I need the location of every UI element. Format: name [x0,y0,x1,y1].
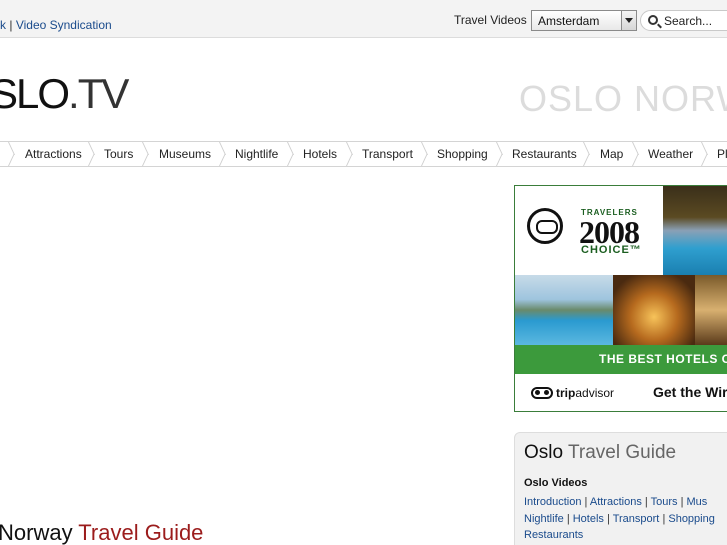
video-syndication-link[interactable]: Video Syndication [16,18,112,32]
nav-separator [346,142,354,166]
award-owl-icon [527,208,563,244]
city-select[interactable]: Amsterdam [531,10,637,31]
ad-footer: tripadvisor Get the Wir [515,374,727,411]
page-title: Norway Travel Guide [0,520,203,545]
tripadvisor-logo: tripadvisor [556,386,614,400]
guide-link-introduction[interactable]: Introduction [524,496,581,508]
nav-item-partial[interactable]: Pl [717,142,727,166]
guide-title: Oslo Travel Guide [524,442,676,464]
top-links: k | Video Syndication [0,18,112,32]
nav-separator [421,142,429,166]
nav-item-weather[interactable]: Weather [648,142,693,166]
ad-banner: THE BEST HOTELS O [515,345,727,374]
page-title-country: Norway [0,520,73,545]
guide-link-transport[interactable]: Transport [613,513,660,525]
nav-separator [142,142,150,166]
award-choice: CHOICE™ [581,244,642,256]
link-sep: | [680,496,684,508]
guide-links-row: Nightlife | Hotels | Transport | Shoppin… [524,511,715,528]
page-title-suffix: Travel Guide [78,520,204,545]
infinity-pool-photo [515,275,613,345]
nav-item-transport[interactable]: Transport [362,142,413,166]
link-sep: | [644,496,648,508]
guide-subtitle: Oslo Videos [524,477,588,489]
top-links-divider: | [9,18,13,32]
search-icon [648,15,658,25]
nav-separator [287,142,295,166]
nav-separator [632,142,640,166]
guide-link-hotels[interactable]: Hotels [573,513,604,525]
guide-links-row: Introduction | Attractions | Tours | Mus [524,494,715,511]
lobby-photo [613,275,695,345]
nav-separator [496,142,504,166]
link-sep: | [566,512,570,525]
ad-cta: Get the Wir [653,384,727,400]
link-sep: | [662,512,666,525]
guide-link-attractions[interactable]: Attractions [590,496,642,508]
tripadvisor-logo-a: trip [556,386,576,400]
guide-title-city: Oslo [524,442,564,463]
header-banner-text: OSLO NORW [519,78,727,119]
guide-link-restaurants[interactable]: Restaurants [524,529,583,541]
guide-links: Introduction | Attractions | Tours | Mus… [524,494,715,544]
guide-title-suffix: Travel Guide [568,442,677,463]
nav-separator [219,142,227,166]
logo-name: SLO [0,70,70,117]
chevron-down-icon[interactable] [621,11,636,30]
guide-link-museums[interactable]: Mus [687,496,708,508]
guide-link-nightlife[interactable]: Nightlife [524,513,564,525]
search-placeholder: Search... [664,14,713,28]
link-sep: | [606,512,610,525]
nav-item-nightlife[interactable]: Nightlife [235,142,278,166]
nav-separator [88,142,96,166]
main-nav: Attractions Tours Museums Nightlife Hote… [0,141,727,167]
nav-item-museums[interactable]: Museums [159,142,211,166]
nav-separator [701,142,709,166]
award-block: TRAVELERS 2008 CHOICE™ [515,186,663,275]
search-input[interactable]: Search... [640,10,727,31]
logo-suffix: .TV [68,70,129,117]
nav-item-shopping[interactable]: Shopping [437,142,488,166]
city-select-value: Amsterdam [538,14,600,28]
travel-guide-box: Oslo Travel Guide Oslo Videos Introducti… [514,432,727,545]
top-link-partial[interactable]: k [0,18,6,32]
ad-banner-text: THE BEST HOTELS O [599,352,727,366]
guide-link-tours[interactable]: Tours [651,496,678,508]
guide-link-shopping[interactable]: Shopping [668,513,715,525]
nav-separator [8,142,16,166]
guide-links-row: Restaurants [524,527,715,544]
top-bar: k | Video Syndication Travel Videos Amst… [0,0,727,38]
tripadvisor-owl-icon [531,387,553,399]
nav-separator [583,142,591,166]
link-sep: | [584,496,588,508]
nav-item-tours[interactable]: Tours [104,142,133,166]
tripadvisor-logo-b: advisor [575,386,615,400]
travel-videos-label: Travel Videos [454,13,527,27]
nav-item-map[interactable]: Map [600,142,623,166]
site-logo[interactable]: SLO.TV [0,70,129,118]
nav-item-attractions[interactable]: Attractions [25,142,82,166]
interior-photo [695,275,727,345]
hotel-pool-photo [663,186,727,275]
nav-item-restaurants[interactable]: Restaurants [512,142,577,166]
nav-item-hotels[interactable]: Hotels [303,142,337,166]
tripadvisor-ad[interactable]: TRAVELERS 2008 CHOICE™ THE BEST HOTELS O… [514,185,727,412]
